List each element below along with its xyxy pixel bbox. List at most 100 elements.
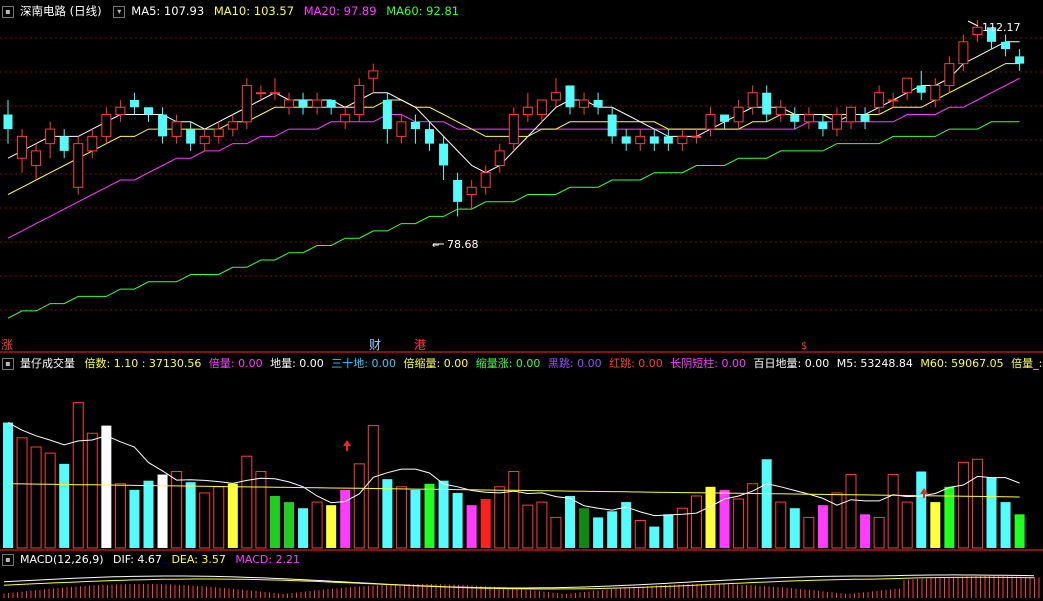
volume-bar[interactable] [86,432,98,549]
candle[interactable] [720,114,730,130]
volume-bar[interactable] [143,480,154,548]
candle[interactable] [565,85,575,115]
cai-marker[interactable]: 财 [369,338,381,352]
volume-bar[interactable] [621,502,632,548]
volume-bar[interactable] [663,514,674,548]
volume-bar[interactable] [284,502,294,548]
candle[interactable] [607,107,617,144]
gang-marker[interactable]: 港 [414,338,426,352]
candle[interactable] [888,92,899,108]
volume-bar[interactable] [311,501,323,549]
candle[interactable] [705,107,716,137]
candle[interactable] [550,78,561,108]
volume-bar[interactable] [410,489,421,548]
candle[interactable] [494,143,505,173]
candle[interactable] [579,92,590,115]
volume-bar[interactable] [845,474,857,549]
volume-bar[interactable] [775,501,787,549]
candle[interactable] [340,107,351,130]
candlesticks[interactable] [3,20,1025,217]
volume-bar[interactable] [550,516,562,549]
volume-bar[interactable] [690,495,702,549]
volume-bar[interactable] [705,486,716,548]
volume-bar[interactable] [579,508,590,548]
candle[interactable] [199,129,210,151]
volume-bar[interactable] [241,455,253,549]
volume-bar[interactable] [255,471,267,549]
volume-bar[interactable] [930,502,941,548]
candle[interactable] [396,114,407,144]
candle[interactable] [944,56,955,93]
volume-bar[interactable] [466,505,477,548]
stock-chart[interactable]: 112.17 ← 78.68 涨 财 港 $ [0,0,1043,601]
candle[interactable] [762,85,772,122]
volume-bar[interactable] [901,501,913,549]
volume-bar[interactable] [452,492,463,548]
volume-bar[interactable] [382,479,393,548]
volume-bar[interactable] [831,492,843,549]
candle[interactable] [916,70,926,100]
candle[interactable] [439,136,449,180]
candle[interactable] [846,106,856,130]
volume-bar[interactable] [733,498,745,549]
candle[interactable] [635,129,646,151]
volume-bar[interactable] [522,504,534,549]
volume-bar[interactable] [298,508,309,548]
candle[interactable] [621,129,631,151]
candle[interactable] [269,78,280,100]
volume-collapse-icon[interactable]: ▪ [2,358,14,370]
volume-bar[interactable] [185,482,196,548]
volume-bar[interactable] [129,489,140,548]
volume-bar[interactable] [957,461,969,549]
volume-bar[interactable] [353,463,365,549]
candle[interactable] [129,92,139,115]
volume-bar[interactable] [607,511,618,548]
volume-bar[interactable] [508,471,520,549]
volume-bar[interactable] [860,514,871,548]
candle[interactable] [312,92,323,115]
volume-bar[interactable] [649,526,660,548]
candle[interactable] [158,107,168,144]
candle[interactable] [241,78,252,130]
volume-bar[interactable] [986,477,997,548]
candle[interactable] [87,129,98,159]
volume-bar[interactable] [536,501,548,549]
candle[interactable] [790,107,800,130]
candle[interactable] [425,121,434,151]
volume-bar[interactable] [16,437,28,549]
volume-bar[interactable] [3,422,13,548]
volume-bar[interactable] [817,505,828,548]
candle[interactable] [649,129,659,151]
volume-bar[interactable] [326,505,337,548]
volume-bar[interactable] [593,517,604,548]
ma-dropdown-icon[interactable]: ▾ [113,5,126,18]
candle[interactable] [115,100,126,122]
volume-bar[interactable] [873,516,885,549]
volume-bar[interactable] [438,480,449,548]
candle[interactable] [818,114,828,137]
candle[interactable] [1015,49,1025,71]
zhang-marker[interactable]: 涨 [1,337,13,352]
volume-bar[interactable] [395,486,407,549]
candle[interactable] [59,129,69,159]
candle[interactable] [382,92,392,144]
macd-collapse-icon[interactable]: ▪ [2,554,14,566]
volume-bar[interactable] [59,463,70,548]
volume-bar[interactable] [634,519,646,549]
candle[interactable] [171,114,182,144]
candle[interactable] [480,165,491,195]
candle[interactable] [186,121,196,151]
volume-bar[interactable] [803,516,815,549]
candle[interactable] [227,114,238,137]
volume-bar[interactable] [916,471,927,549]
volume-bar[interactable] [494,486,506,549]
candle[interactable] [677,129,688,151]
volume-bar[interactable] [44,452,56,549]
candle[interactable] [45,121,56,159]
volume-bar[interactable] [269,495,280,548]
candle[interactable] [663,129,673,151]
volume-bar[interactable] [171,471,183,549]
candle[interactable] [17,129,28,173]
volume-bar[interactable] [72,402,84,549]
candle[interactable] [298,92,308,115]
